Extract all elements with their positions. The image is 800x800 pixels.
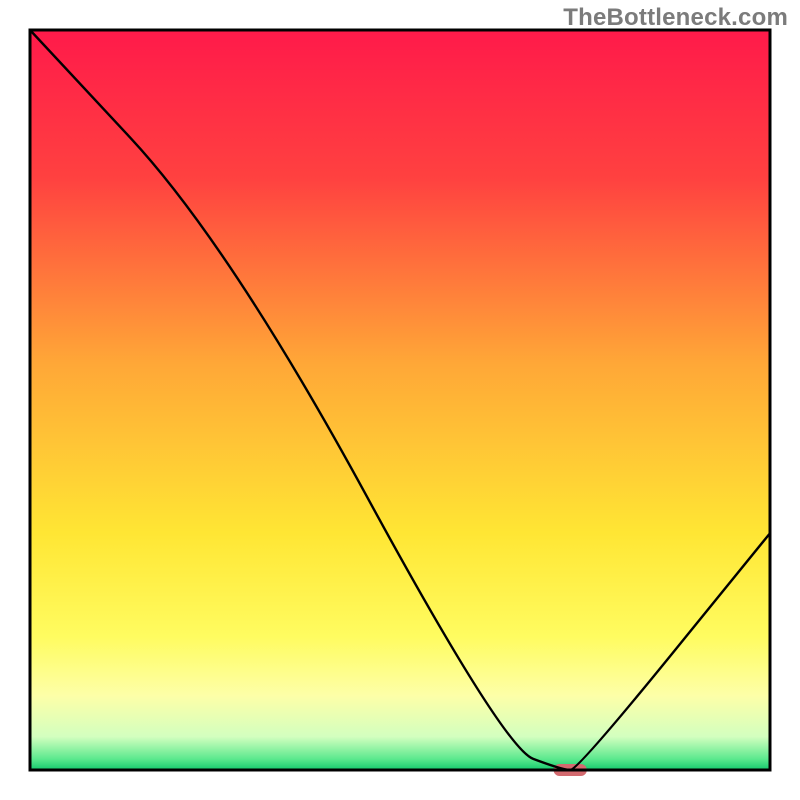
chart-container: TheBottleneck.com [0, 0, 800, 800]
watermark-label: TheBottleneck.com [563, 4, 788, 32]
bottleneck-chart [0, 0, 800, 800]
plot-background [30, 30, 770, 770]
